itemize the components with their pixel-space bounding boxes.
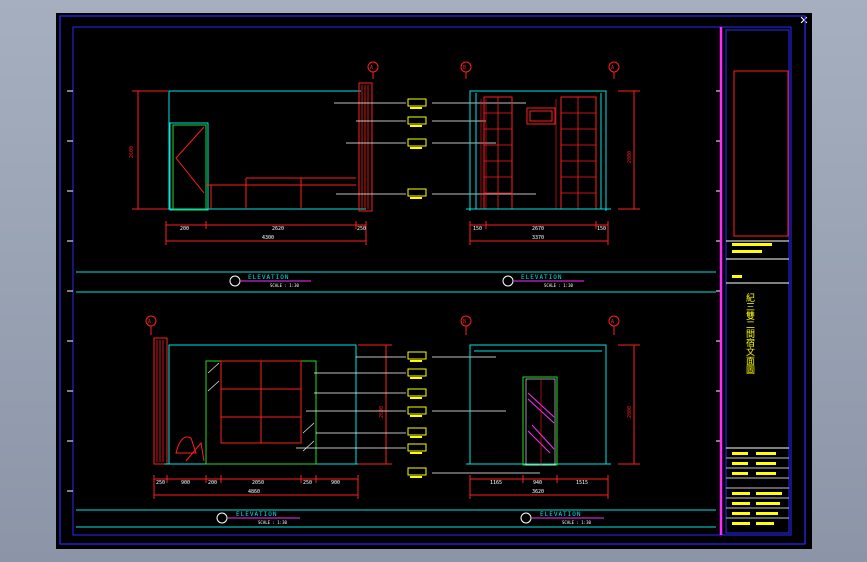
scale-label: SCALE : 1:30: [270, 283, 299, 288]
dim-label: 200: [180, 226, 189, 232]
drawing-canvas[interactable]: ✕ 紀三雙二間宿文面圖 2600 A 200 2620 250 4300 B A…: [56, 13, 812, 549]
elevation-bottom-left: 2600 A 250 900 200 2050 250 900 4860: [145, 315, 392, 499]
grid-marker: B: [463, 65, 466, 71]
dim-label: 900: [181, 480, 190, 486]
dim-label: 2670: [532, 226, 544, 232]
dim-height-label: 2800: [627, 406, 633, 418]
grid-marker: B: [463, 319, 466, 325]
dim-label: 150: [473, 226, 482, 232]
dim-total-label: 4860: [248, 489, 260, 495]
dim-total-label: 3370: [532, 235, 544, 241]
elevation-bottom-right: B A 2800 1165 940 1515 3620: [460, 315, 640, 499]
title-block-title: 紀三雙二間宿文面圖: [744, 292, 755, 375]
dim-total-label: 4300: [262, 235, 274, 241]
frame-ticks: [67, 90, 722, 492]
grid-marker: A: [148, 319, 151, 325]
callouts-top: [334, 98, 536, 199]
elevation-top-right: B A 2800 150 2670 150 3370: [460, 61, 640, 245]
dim-label: 1515: [576, 480, 588, 486]
dim-label: 2620: [272, 226, 284, 232]
elevation-label-bottom-left: ELEVATION SCALE : 1:30: [216, 511, 300, 525]
dim-label: 250: [357, 226, 366, 232]
dim-label: 940: [533, 480, 542, 486]
dim-label: 2050: [252, 480, 264, 486]
grid-marker: A: [611, 319, 614, 325]
elevation-label-top-left: ELEVATION SCALE : 1:30: [229, 274, 311, 288]
dim-height-label: 2600: [129, 146, 135, 158]
scale-label: SCALE : 1:30: [562, 520, 591, 525]
callouts-bottom: [296, 351, 540, 478]
dim-height-label: 2600: [379, 406, 385, 418]
elevation-title: ELEVATION: [540, 511, 582, 518]
dim-label: 1165: [490, 480, 502, 486]
dim-label: 150: [597, 226, 606, 232]
elevation-title: ELEVATION: [236, 511, 278, 518]
elevation-title: ELEVATION: [248, 274, 290, 281]
grid-marker: A: [611, 65, 614, 71]
scale-label: SCALE : 1:30: [258, 520, 287, 525]
title-block: 紀三雙二間宿文面圖: [725, 29, 790, 534]
logo-box: [733, 70, 789, 237]
scale-label: SCALE : 1:30: [544, 283, 573, 288]
dim-total-label: 3620: [532, 489, 544, 495]
grid-marker: A: [370, 65, 373, 71]
elevation-label-bottom-right: ELEVATION SCALE : 1:30: [520, 511, 604, 525]
cad-viewport[interactable]: ✕ 紀三雙二間宿文面圖 2600 A 200 2620 250 4300 B A…: [0, 0, 867, 562]
dim-label: 250: [156, 480, 165, 486]
drawing-sheet: 紀三雙二間宿文面圖 2600 A 200 2620 250 4300 B A 2…: [59, 15, 806, 545]
dim-height-label: 2800: [627, 151, 633, 163]
elevation-top-left: 2600 A 200 2620 250 4300: [129, 61, 379, 245]
outer-frame: [59, 15, 806, 545]
elevation-label-top-right: ELEVATION SCALE : 1:30: [502, 274, 584, 288]
dim-label: 900: [331, 480, 340, 486]
dim-label: 200: [208, 480, 217, 486]
elevation-title: ELEVATION: [521, 274, 563, 281]
dim-label: 250: [303, 480, 312, 486]
